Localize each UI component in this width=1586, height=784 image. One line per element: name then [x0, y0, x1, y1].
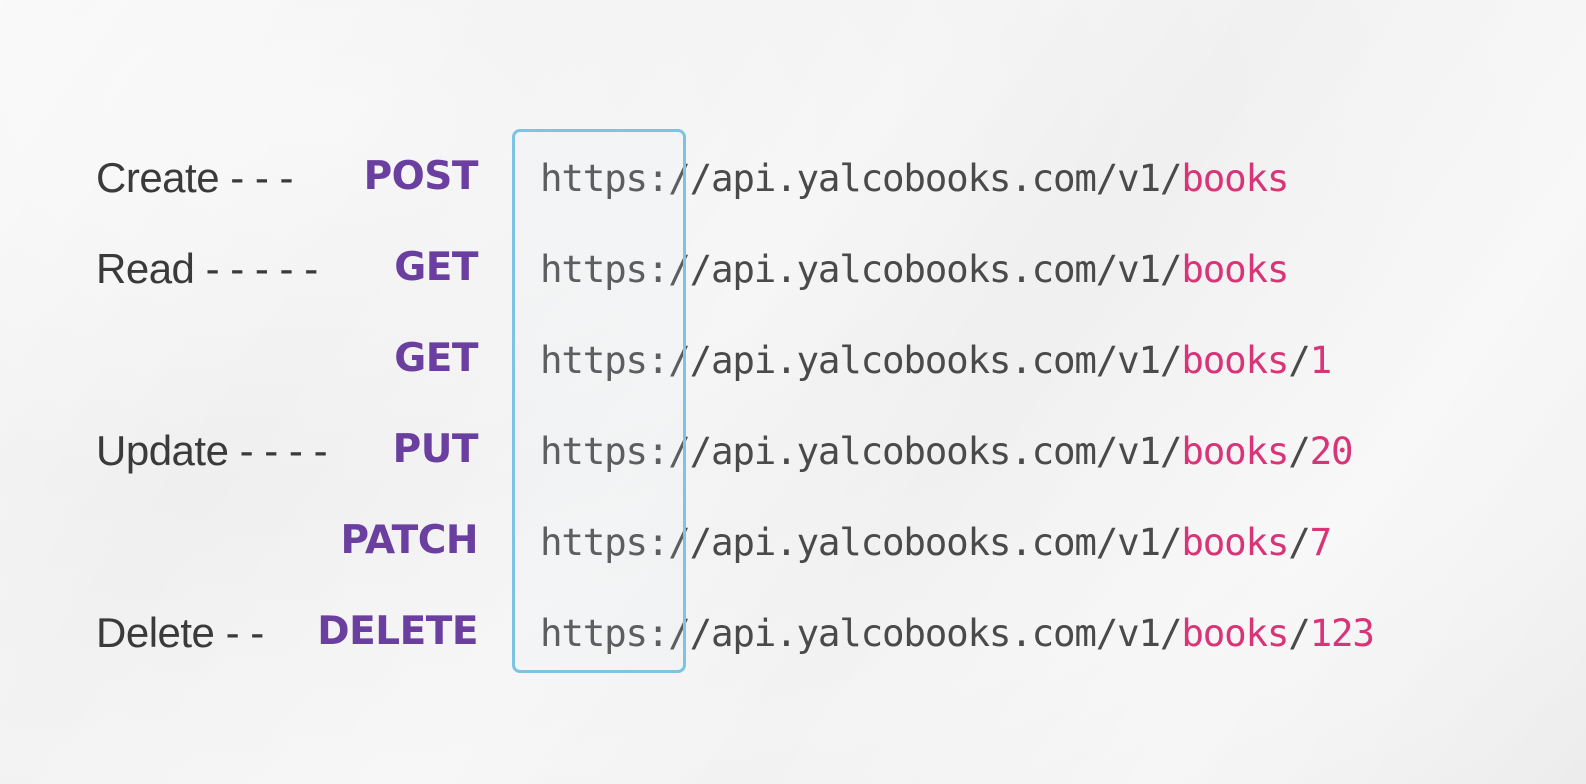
url-suffix: /123: [1288, 611, 1375, 655]
endpoint-url: https://api.yalcobooks.com/v1/books/1: [540, 338, 1333, 382]
http-method: POST: [363, 154, 479, 199]
url-id: 1: [1309, 338, 1333, 382]
endpoint-url: https://api.yalcobooks.com/v1/books: [540, 156, 1289, 200]
crud-label: Delete - -: [96, 609, 264, 656]
http-method: GET: [394, 336, 478, 381]
endpoint-url: https://api.yalcobooks.com/v1/books/123: [540, 611, 1375, 655]
row-create-post: Create - - - POST https://api.yalcobooks…: [0, 146, 1586, 206]
crud-label: Update - - - -: [96, 427, 328, 474]
url-suffix: /1: [1288, 338, 1333, 382]
row-update-patch: PATCH https://api.yalcobooks.com/v1/book…: [0, 510, 1586, 570]
url-base: https://api.yalcobooks.com/v1/: [540, 247, 1183, 291]
url-base: https://api.yalcobooks.com/v1/: [540, 429, 1183, 473]
http-method: PATCH: [340, 518, 478, 563]
url-base: https://api.yalcobooks.com/v1/: [540, 338, 1183, 382]
row-read-get: Read - - - - - GET https://api.yalcobook…: [0, 237, 1586, 297]
url-slash: /: [1288, 429, 1311, 473]
http-method: PUT: [392, 427, 479, 472]
url-slash: /: [1288, 520, 1311, 564]
resource-name: books: [1181, 338, 1289, 382]
resource-name: books: [1181, 429, 1289, 473]
url-base: https://api.yalcobooks.com/v1/: [540, 520, 1183, 564]
url-slash: /: [1288, 611, 1311, 655]
row-read-get-item: GET https://api.yalcobooks.com/v1/books/…: [0, 328, 1586, 388]
url-suffix: /7: [1288, 520, 1333, 564]
crud-label: Read - - - - -: [96, 245, 318, 292]
resource-name: books: [1181, 611, 1289, 655]
crud-label: Create - - -: [96, 154, 294, 201]
resource-name: books: [1181, 520, 1289, 564]
url-base: https://api.yalcobooks.com/v1/: [540, 156, 1183, 200]
url-id: 20: [1309, 429, 1354, 473]
url-id: 123: [1309, 611, 1375, 655]
url-id: 7: [1309, 520, 1333, 564]
url-suffix: /20: [1288, 429, 1354, 473]
url-base: https://api.yalcobooks.com/v1/: [540, 611, 1183, 655]
url-slash: /: [1288, 338, 1311, 382]
url-resource: books: [1181, 156, 1289, 200]
endpoint-url: https://api.yalcobooks.com/v1/books: [540, 247, 1289, 291]
resource-name: books: [1181, 247, 1289, 291]
resource-name: books: [1181, 156, 1289, 200]
http-method: DELETE: [317, 609, 478, 654]
row-update-put: Update - - - - PUT https://api.yalcobook…: [0, 419, 1586, 479]
background: [0, 0, 1586, 784]
http-method: GET: [394, 245, 478, 290]
endpoint-url: https://api.yalcobooks.com/v1/books/7: [540, 520, 1333, 564]
protocol-highlight-box: [512, 129, 686, 673]
row-delete: Delete - - DELETE https://api.yalcobooks…: [0, 601, 1586, 661]
endpoint-url: https://api.yalcobooks.com/v1/books/20: [540, 429, 1354, 473]
